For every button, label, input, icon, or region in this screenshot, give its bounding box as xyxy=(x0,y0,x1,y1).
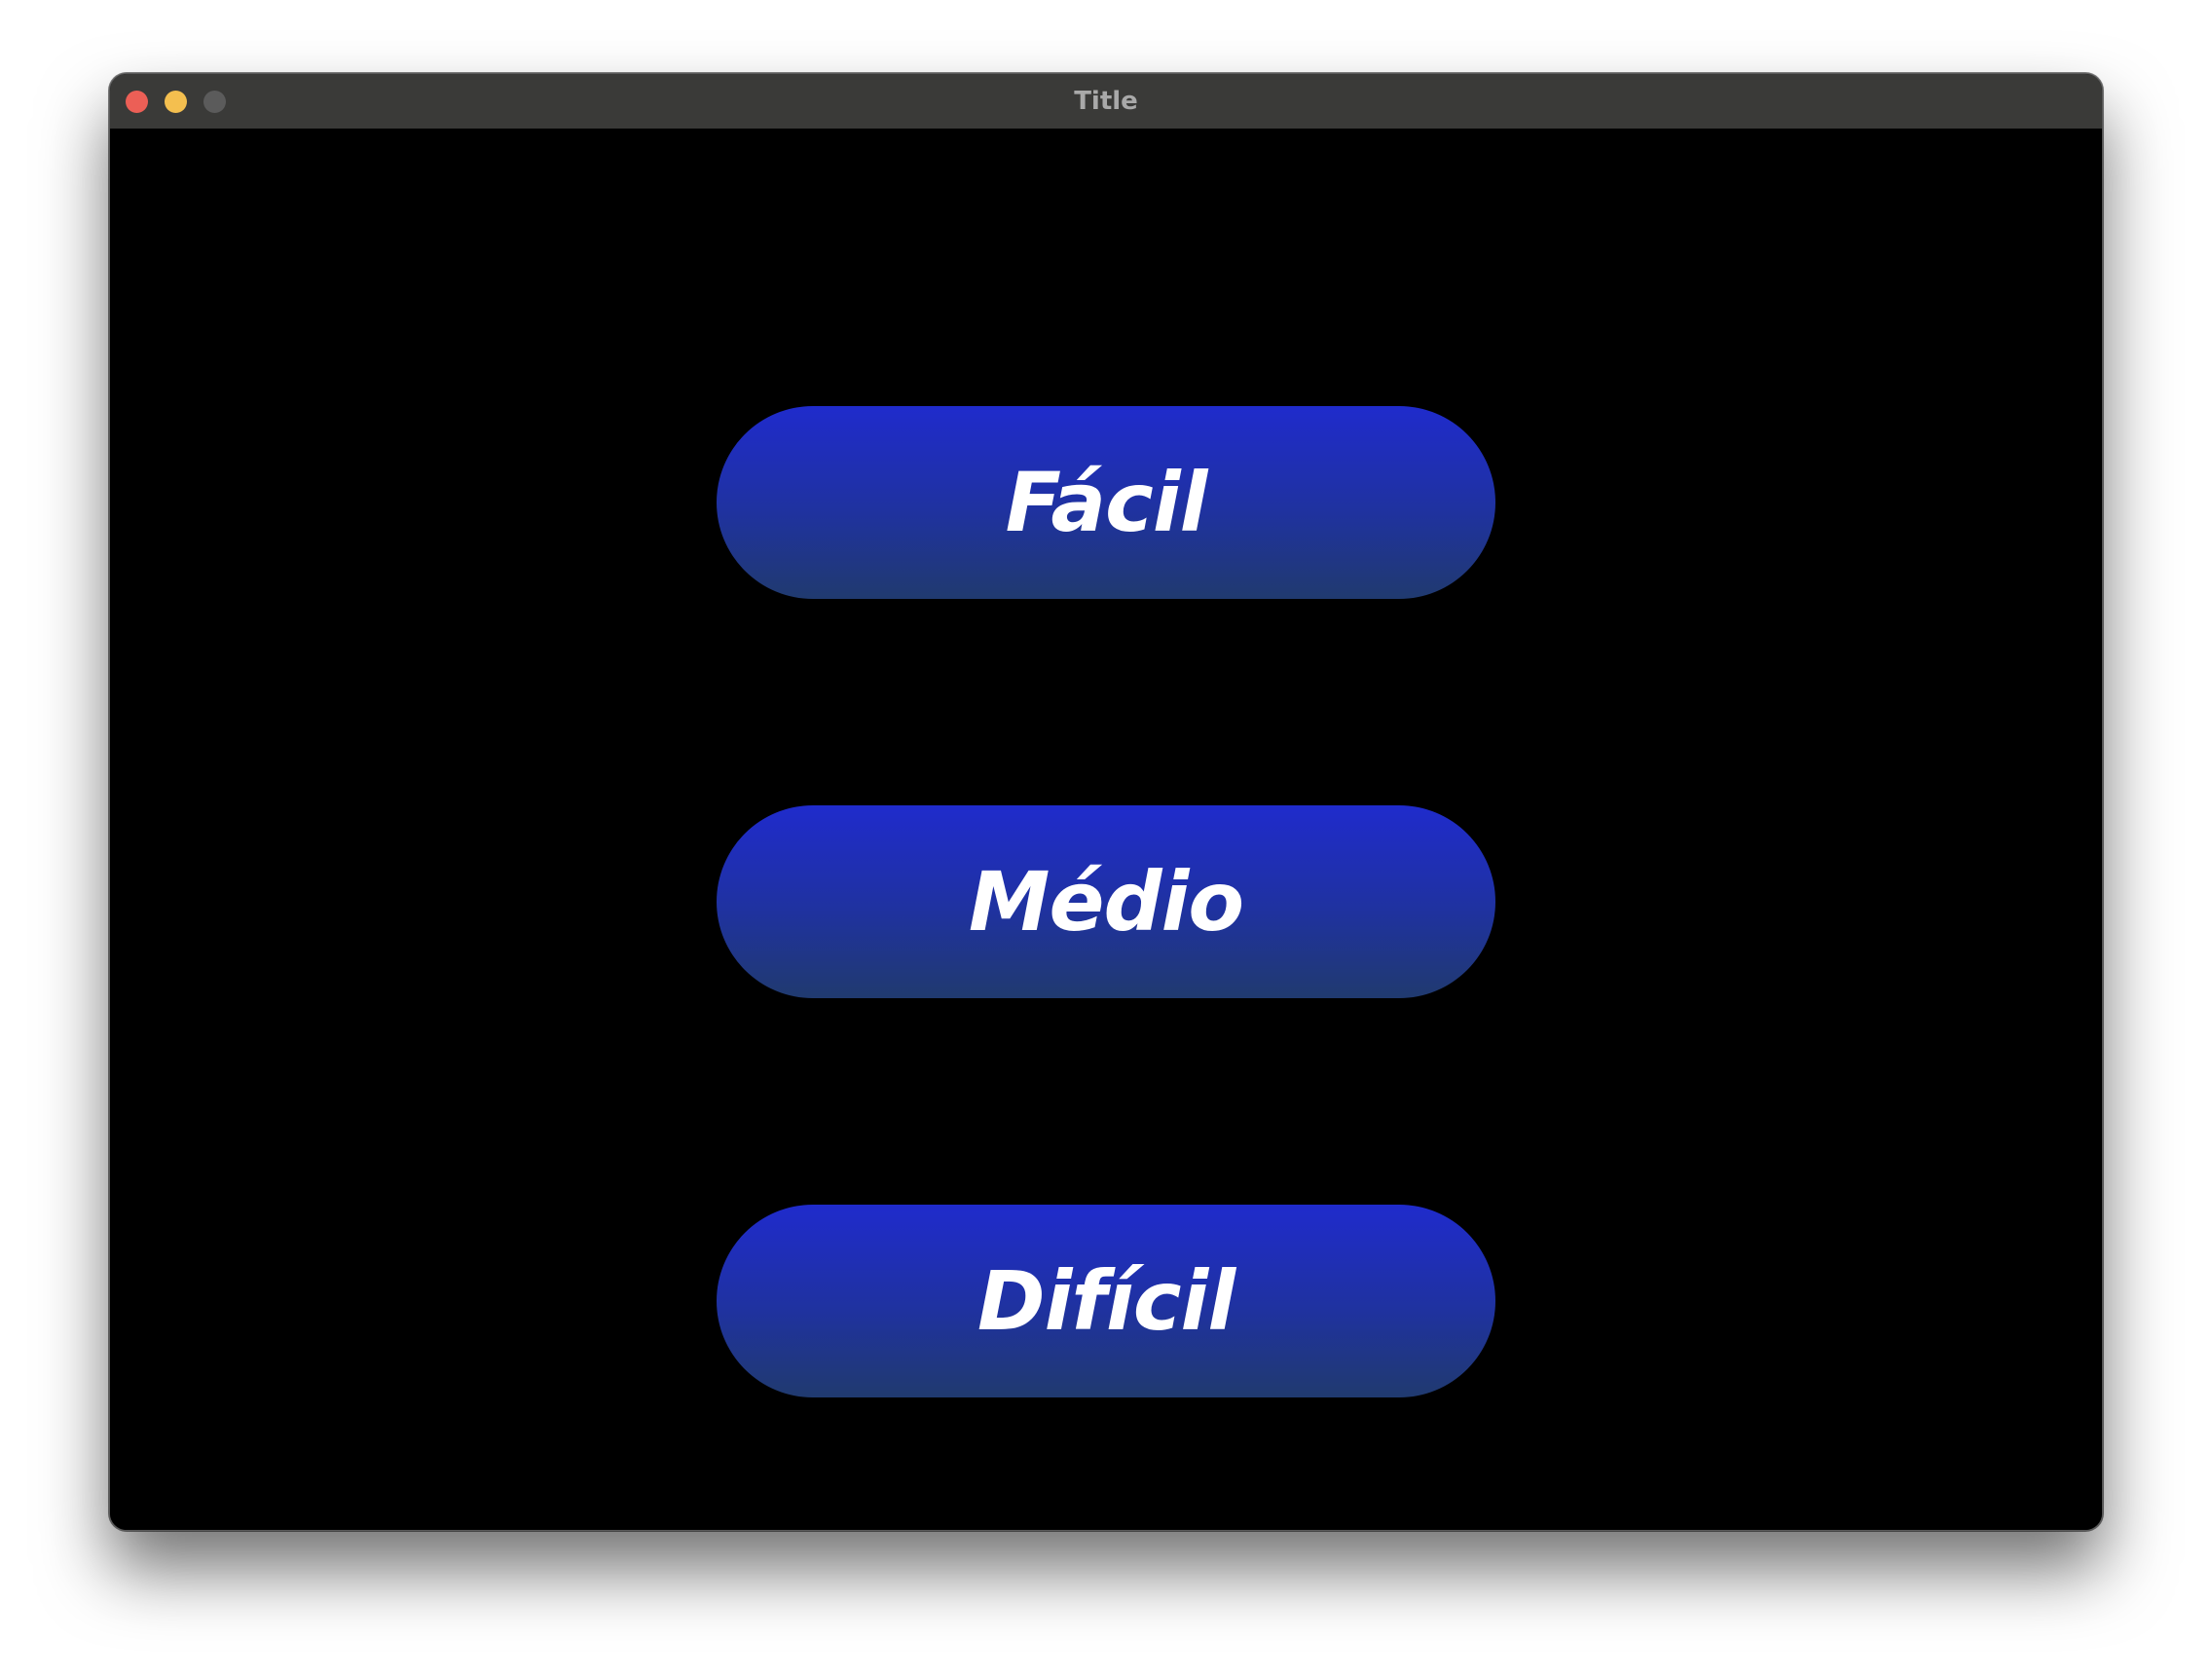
window-title: Title xyxy=(1074,87,1138,116)
hard-button[interactable]: Difícil xyxy=(717,1205,1495,1397)
app-window: Title Fácil Médio Difícil xyxy=(109,73,2103,1531)
medium-button[interactable]: Médio xyxy=(717,805,1495,998)
title-bar[interactable]: Title xyxy=(110,74,2102,130)
medium-button-label: Médio xyxy=(968,854,1244,949)
hard-button-label: Difícil xyxy=(977,1253,1235,1349)
difficulty-menu: Fácil Médio Difícil xyxy=(110,129,2102,1530)
easy-button-label: Fácil xyxy=(1005,455,1208,550)
easy-button[interactable]: Fácil xyxy=(717,406,1495,599)
